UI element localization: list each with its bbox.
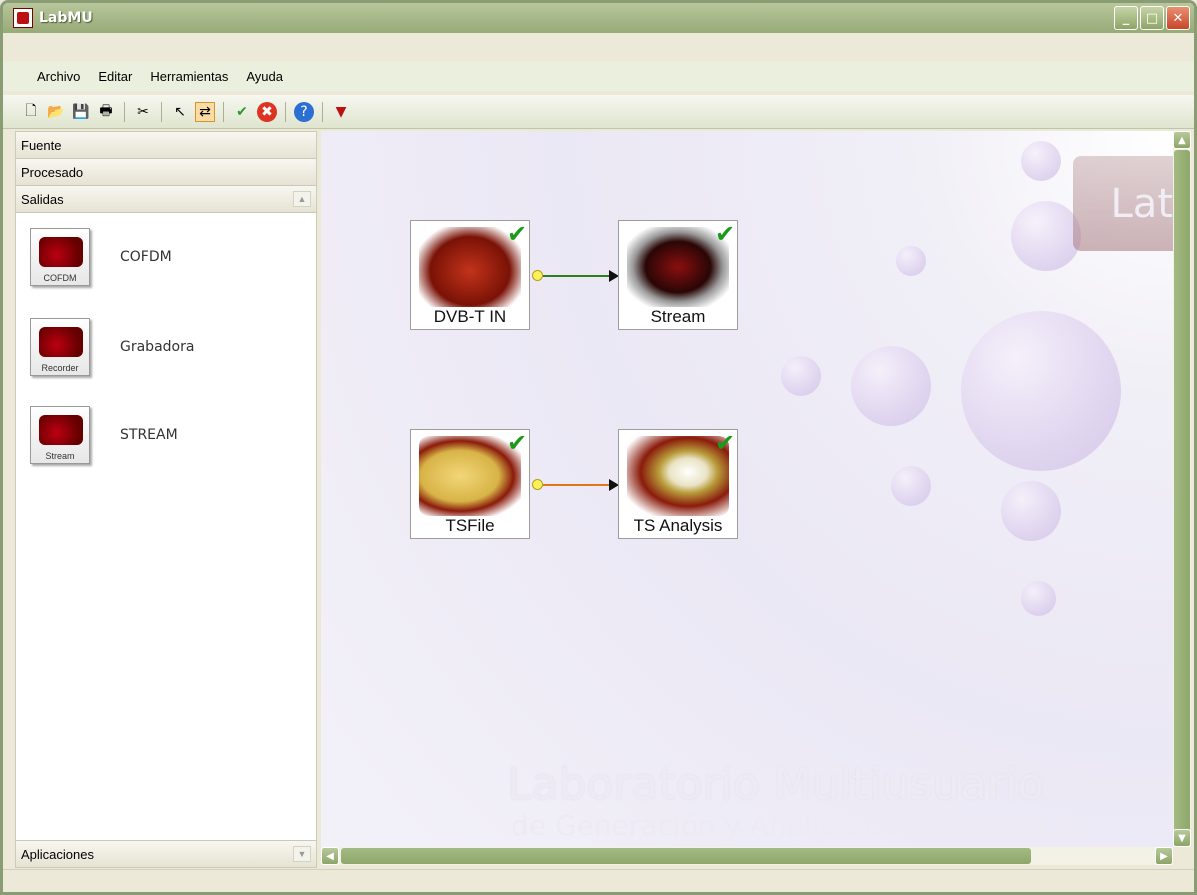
cut-icon[interactable]: ✂: [133, 102, 153, 122]
background-bubble: [1001, 481, 1061, 541]
check-icon: ✔: [715, 220, 736, 248]
save-icon[interactable]: 💾: [71, 102, 91, 122]
status-bar: [3, 869, 1194, 892]
help-icon[interactable]: ?: [294, 101, 314, 122]
background-bubble: [1021, 581, 1056, 616]
background-bubble: [896, 246, 926, 276]
check-icon: ✔: [507, 220, 528, 248]
palette-item-cofdm[interactable]: COFDM COFDM: [30, 228, 172, 286]
vertical-scrollbar[interactable]: ▲ ▼: [1173, 131, 1191, 847]
minimize-button[interactable]: _: [1114, 6, 1138, 30]
background-bubble: [1021, 141, 1061, 181]
group-fuente[interactable]: Fuente: [16, 132, 316, 159]
stop-icon[interactable]: ✖: [257, 101, 277, 122]
toolbar-separator: [161, 101, 162, 122]
palette-item-label: COFDM: [120, 249, 172, 265]
menu-ayuda[interactable]: Ayuda: [246, 69, 283, 84]
group-aplicaciones[interactable]: Aplicaciones ▼: [16, 840, 316, 867]
print-icon[interactable]: 🖶: [96, 102, 116, 122]
scroll-left-button[interactable]: ◀: [321, 847, 339, 865]
node-label: DVB-T IN: [433, 307, 507, 326]
scroll-up-button[interactable]: ▲: [1173, 131, 1191, 149]
watermark-title: Laboratorio Multiusuario: [507, 759, 1045, 810]
tool-palette: Fuente Procesado Salidas ▲ COFDM COFDM R…: [15, 131, 317, 868]
scroll-down-button[interactable]: ▼: [1173, 829, 1191, 847]
group-procesado[interactable]: Procesado: [16, 159, 316, 186]
background-bubble: [1011, 201, 1081, 271]
horizontal-scrollbar[interactable]: ◀ ▶: [321, 847, 1173, 865]
node-tsfile[interactable]: ✔ TSFile: [410, 429, 530, 539]
title-bar[interactable]: LabMU _ □ ✕: [3, 3, 1194, 33]
stream-icon: Stream: [30, 406, 90, 464]
output-port[interactable]: [532, 270, 543, 281]
background-bubble: [781, 356, 821, 396]
recorder-icon: Recorder: [30, 318, 90, 376]
link-tsfile-to-analysis[interactable]: [543, 484, 613, 486]
node-stream[interactable]: ✔ Stream: [618, 220, 738, 330]
check-icon[interactable]: ✔: [232, 102, 252, 122]
group-salidas-label: Salidas: [21, 191, 64, 207]
background-bubble: [891, 466, 931, 506]
open-folder-icon[interactable]: 📂: [46, 102, 66, 122]
app-logo-icon: [13, 8, 33, 28]
app-dropdown-icon[interactable]: ▼: [331, 102, 351, 122]
background-bubble: [851, 346, 931, 426]
cofdm-icon: COFDM: [30, 228, 90, 286]
menu-herramientas[interactable]: Herramientas: [150, 69, 228, 84]
node-label: TSFile: [445, 516, 495, 535]
toolbar-separator: [322, 101, 323, 122]
node-dvbt-in[interactable]: ✔ DVB-T IN: [410, 220, 530, 330]
check-icon: ✔: [715, 429, 736, 457]
link-dvbt-to-stream[interactable]: [543, 275, 613, 277]
vertical-scroll-thumb[interactable]: [1174, 150, 1190, 840]
scroll-right-button[interactable]: ▶: [1155, 847, 1173, 865]
select-pointer-icon[interactable]: ↖: [170, 102, 190, 122]
background-bubble: [961, 311, 1121, 471]
chevron-down-icon[interactable]: ▼: [293, 846, 311, 862]
toolbar-separator: [124, 101, 125, 122]
app-window: LabMU _ □ ✕ Archivo Editar Herramientas …: [0, 0, 1197, 895]
antenna-icon: [419, 227, 521, 307]
horizontal-scroll-thumb[interactable]: [341, 848, 1031, 864]
maximize-button[interactable]: □: [1140, 6, 1164, 30]
window-title: LabMU: [39, 10, 93, 26]
group-aplicaciones-label: Aplicaciones: [21, 846, 94, 862]
palette-item-label: STREAM: [120, 427, 178, 443]
folder-icon: [419, 436, 521, 516]
palette-item-grabadora[interactable]: Recorder Grabadora: [30, 318, 194, 376]
group-salidas[interactable]: Salidas ▲: [16, 186, 316, 213]
chevron-up-icon[interactable]: ▲: [293, 191, 311, 207]
output-port[interactable]: [532, 479, 543, 490]
watermark-subtitle: de Generación y Análisis de TV Digital T…: [511, 809, 1084, 842]
stopwatch-icon: [627, 436, 729, 516]
palette-item-stream[interactable]: Stream STREAM: [30, 406, 178, 464]
menu-editar[interactable]: Editar: [98, 69, 132, 84]
labmu-logo: Lat: [1073, 156, 1173, 251]
close-button[interactable]: ✕: [1166, 6, 1190, 30]
diagram-canvas[interactable]: Lat Laboratorio Multiusuario de Generaci…: [321, 131, 1173, 847]
menu-archivo[interactable]: Archivo: [37, 69, 80, 84]
toolbar-separator: [285, 101, 286, 122]
toolbar: 🗋 📂 💾 🖶 ✂ ↖ ⇄ ✔ ✖ ? ▼: [3, 95, 1194, 129]
toolbar-separator: [223, 101, 224, 122]
node-ts-analysis[interactable]: ✔ TS Analysis: [618, 429, 738, 539]
monitor-icon: [627, 227, 729, 307]
connect-icon[interactable]: ⇄: [195, 101, 215, 122]
node-label: TS Analysis: [633, 516, 723, 535]
node-label: Stream: [650, 307, 706, 326]
palette-item-label: Grabadora: [120, 339, 195, 355]
new-file-icon[interactable]: 🗋: [21, 102, 41, 122]
check-icon: ✔: [507, 429, 528, 457]
